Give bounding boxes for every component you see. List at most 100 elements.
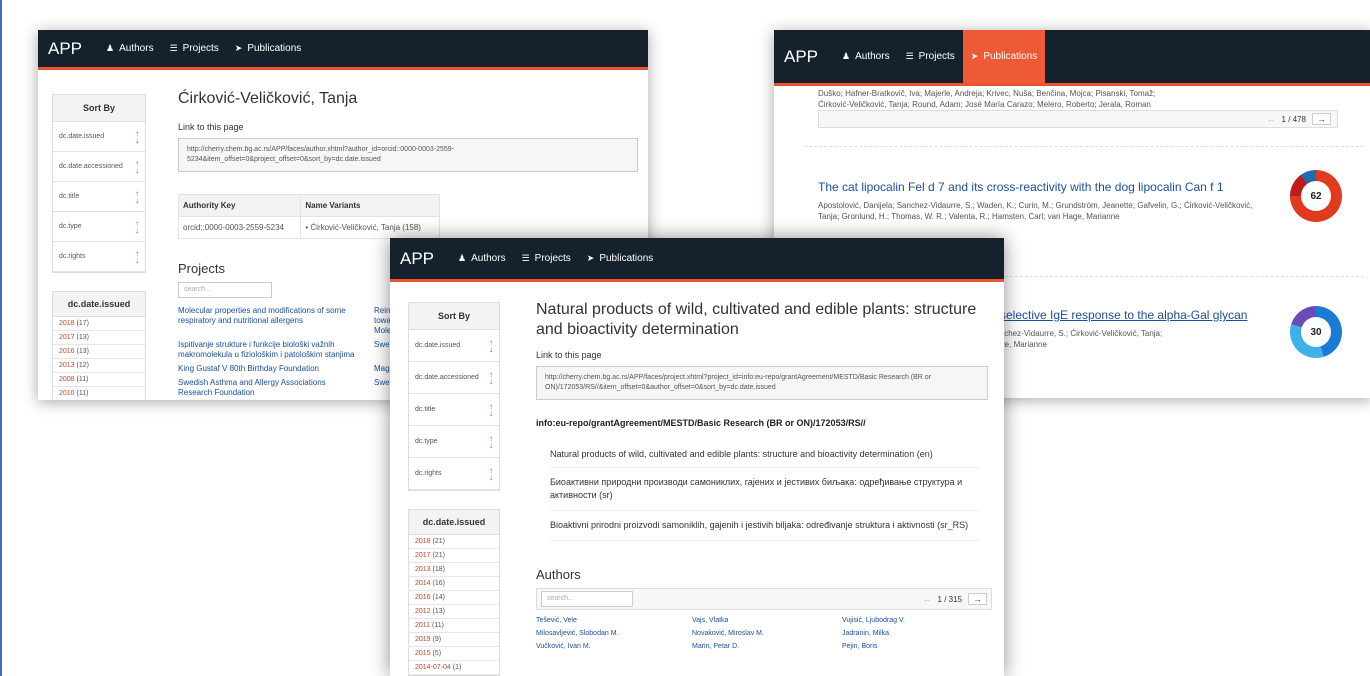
link-label: Link to this page: [178, 122, 244, 132]
sort-arrows-icon[interactable]: ↑ ↓: [135, 159, 139, 174]
brand-logo[interactable]: APP: [38, 39, 98, 59]
facet-item[interactable]: 2018 (17): [53, 317, 145, 331]
sort-option[interactable]: dc.date.issued ↑ ↓: [53, 122, 145, 152]
facet-item[interactable]: 2018 (21): [409, 535, 499, 549]
project-window: APP ♟ Authors ☰ Projects ➤ Publications Sor…: [390, 238, 1004, 676]
sort-panel: Sort By dc.date.issued ↑ ↓ dc.date.accessi…: [408, 302, 500, 491]
sort-arrows-icon[interactable]: ↑ ↓: [489, 370, 493, 385]
pager: ← 1 / 315 →: [924, 593, 987, 605]
sort-arrows-icon[interactable]: ↑ ↓: [489, 402, 493, 417]
nav-projects[interactable]: ☰ Projects: [162, 30, 227, 67]
navbar: APP ♟ Authors ☰ Projects ➤ Publications: [774, 30, 1370, 86]
prev-page-icon[interactable]: ←: [1268, 115, 1276, 124]
facet-panel: dc.date.issued 2018 (17) 2017 (13) 2016 …: [52, 291, 146, 400]
user-icon: ♟: [106, 43, 115, 53]
divider: [804, 146, 1364, 147]
facet-item[interactable]: 2019 (9): [409, 633, 499, 647]
sort-option[interactable]: dc.rights ↑ ↓: [409, 458, 499, 490]
pager-bar: ← 1 / 478 →: [818, 110, 1338, 128]
facet-item[interactable]: 2012 (13): [409, 605, 499, 619]
sort-option[interactable]: dc.date.accessioned ↑ ↓: [53, 152, 145, 182]
sort-arrows-icon[interactable]: ↑ ↓: [489, 466, 493, 481]
nav-authors[interactable]: ♟ Authors: [834, 30, 898, 83]
project-title-sr-rs: Bioaktivni prirodni proizvodi samoniklih…: [550, 511, 980, 541]
authors-toolbar: search... ← 1 / 315 →: [536, 588, 992, 610]
name-variant: • Ćirković-Veličković, Tanja (158): [300, 216, 440, 239]
altmetric-badge[interactable]: 62: [1290, 170, 1342, 222]
list-icon: ☰: [521, 253, 530, 263]
authors-title: Authors: [536, 567, 581, 582]
facet-item[interactable]: 2008 (11): [53, 373, 145, 387]
next-page-icon[interactable]: →: [968, 593, 987, 605]
page-title: Ćirković-Veličković, Tanja: [178, 90, 358, 107]
nav-authors[interactable]: ♟ Authors: [98, 30, 162, 67]
sort-arrows-icon[interactable]: ↑ ↓: [489, 434, 493, 449]
facet-item[interactable]: 2015 (5): [409, 647, 499, 661]
nav-authors[interactable]: ♟ Authors: [450, 238, 514, 279]
user-icon: ♟: [842, 51, 851, 61]
prev-page-icon[interactable]: ←: [924, 595, 932, 604]
altmetric-badge[interactable]: 30: [1290, 306, 1342, 358]
authority-key-value: orcid::0000-0003-2559-5234: [177, 216, 302, 239]
nav-publications[interactable]: ➤ Publications: [962, 30, 1046, 83]
navbar: APP ♟ Authors ☰ Projects ➤ Publications: [38, 30, 648, 70]
sort-option[interactable]: dc.date.accessioned ↑ ↓: [409, 362, 499, 394]
publication-title[interactable]: a selective IgE response to the alpha-Ga…: [990, 308, 1290, 322]
sort-header: Sort By: [53, 95, 145, 122]
facet-item[interactable]: 2013 (12): [53, 359, 145, 373]
publication-title[interactable]: The cat lipocalin Fel d 7 and its cross-…: [818, 180, 1268, 194]
sort-arrows-icon[interactable]: ↑ ↓: [135, 219, 139, 234]
sort-arrows-icon[interactable]: ↑ ↓: [135, 189, 139, 204]
project-title-en: Natural products of wild, cultivated and…: [550, 442, 980, 468]
nav-publications[interactable]: ➤ Publications: [579, 238, 661, 279]
projects-search-input[interactable]: search...: [178, 282, 272, 298]
authors-search-input[interactable]: search...: [541, 591, 633, 607]
navbar: APP ♟ Authors ☰ Projects ➤ Publications: [390, 238, 1004, 282]
facet-panel: dc.date.issued 2018 (21) 2017 (21) 2013 …: [408, 509, 500, 676]
name-variants-header: Name Variants: [300, 194, 440, 217]
list-icon: ☰: [169, 43, 178, 53]
facet-item[interactable]: 2014 (16): [409, 577, 499, 591]
permalink-box[interactable]: http://cherry.chem.bg.ac.rs/APP/faces/pr…: [536, 366, 988, 400]
brand-logo[interactable]: APP: [390, 249, 450, 269]
brand-logo[interactable]: APP: [774, 47, 834, 67]
facet-item[interactable]: 2010 (11): [53, 387, 145, 400]
sort-option[interactable]: dc.type ↑ ↓: [409, 426, 499, 458]
sort-arrows-icon[interactable]: ↑ ↓: [489, 338, 493, 353]
facet-item[interactable]: 2016 (14): [409, 591, 499, 605]
authority-key-header: Authority Key: [177, 194, 302, 217]
facet-item[interactable]: 2011 (11): [409, 619, 499, 633]
sort-option[interactable]: dc.type ↑ ↓: [53, 212, 145, 242]
permalink-box[interactable]: http://cherry.chem.bg.ac.rs/APP/faces/au…: [178, 138, 638, 172]
sort-option[interactable]: dc.title ↑ ↓: [53, 182, 145, 212]
facet-item[interactable]: 2013 (18): [409, 563, 499, 577]
sort-arrows-icon[interactable]: ↑ ↓: [135, 129, 139, 144]
nav-projects[interactable]: ☰ Projects: [898, 30, 963, 83]
sort-arrows-icon[interactable]: ↑ ↓: [135, 249, 139, 264]
list-icon: ☰: [905, 51, 914, 61]
paper-plane-icon: ➤: [586, 253, 595, 263]
next-page-icon[interactable]: →: [1312, 113, 1331, 125]
sort-option[interactable]: dc.title ↑ ↓: [409, 394, 499, 426]
facet-item[interactable]: 2017 (13): [53, 331, 145, 345]
background-frame: APP ♟ Authors ☰ Projects ➤ Publications Sor…: [0, 0, 1370, 676]
sort-option[interactable]: dc.date.issued ↑ ↓: [409, 330, 499, 362]
page-title: Natural products of wild, cultivated and…: [536, 301, 977, 338]
facet-item[interactable]: 2017 (21): [409, 549, 499, 563]
facet-item[interactable]: 2014-07-04 (1): [409, 661, 499, 675]
sort-option[interactable]: dc.rights ↑ ↓: [53, 242, 145, 272]
facet-item[interactable]: 2016 (13): [53, 345, 145, 359]
user-icon: ♟: [458, 253, 467, 263]
paper-plane-icon: ➤: [970, 51, 979, 61]
facet-header: dc.date.issued: [53, 292, 145, 317]
authors-grid: Tešević, Vele Vajs, Vlatka Vujisić, Ljubod…: [536, 614, 992, 653]
sort-panel: Sort By dc.date.issued ↑ ↓ dc.date.accessi…: [52, 94, 146, 273]
authors-text: Duško; Hafner-Bratkovič, Iva; Majerle, A…: [818, 89, 1156, 109]
publication-authors: Sanchez-Vidaurre, S.; Ćirković-Veličkovi…: [990, 329, 1163, 349]
paper-plane-icon: ➤: [234, 43, 243, 53]
nav-publications[interactable]: ➤ Publications: [227, 30, 309, 67]
project-titles-list: Natural products of wild, cultivated and…: [550, 442, 980, 541]
table-row: Vučković, Ivan M. Marin, Petar D. Pejin, B…: [536, 643, 878, 650]
facet-header: dc.date.issued: [409, 510, 499, 535]
nav-projects[interactable]: ☰ Projects: [514, 238, 579, 279]
